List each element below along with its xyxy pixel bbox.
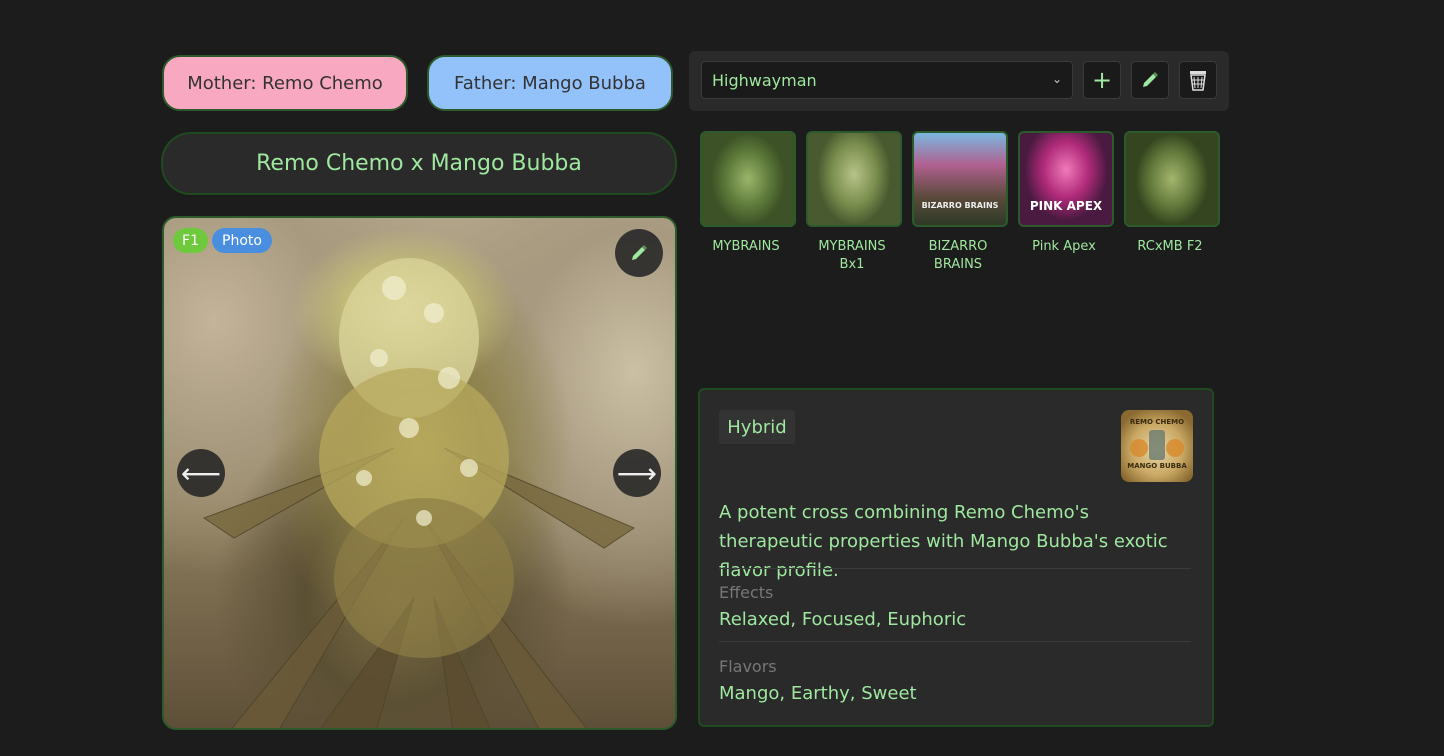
trash-icon [1190, 71, 1206, 91]
plant-illustration [202, 258, 636, 728]
thumbnail-pink-apex[interactable]: PINK APEX [1018, 131, 1114, 227]
thumbnail-label: MYBRAINS [712, 239, 780, 254]
edit-strain-button[interactable] [1131, 61, 1169, 99]
previous-photo-button[interactable]: ⟵ [177, 449, 225, 497]
strain-logo: REMO CHEMO MANGO BUBBA [1121, 410, 1193, 482]
divider [719, 568, 1191, 569]
cross-title: Remo Chemo x Mango Bubba [161, 132, 677, 195]
father-button[interactable]: Father: Mango Bubba [427, 55, 673, 111]
delete-strain-button[interactable] [1179, 61, 1217, 99]
strain-photo [162, 216, 677, 730]
strain-select[interactable]: Highwayman ⌄ [701, 61, 1073, 99]
mother-label: Mother: Remo Chemo [187, 72, 383, 94]
edit-photo-button[interactable] [615, 229, 663, 277]
generation-badge: F1 [173, 228, 208, 253]
effects-value: Relaxed, Focused, Euphoric [719, 609, 967, 630]
next-photo-button[interactable]: ⟶ [613, 449, 661, 497]
thumbnail-bizarro-brains[interactable]: BIZARRO BRAINS [912, 131, 1008, 227]
thumbnail-overlay-text: PINK APEX [1029, 199, 1103, 213]
strain-type-text: Hybrid [727, 416, 787, 438]
photo-badge-text: Photo [222, 232, 262, 249]
thumbnail-label: RCxMB F2 [1137, 239, 1203, 254]
strain-description: A potent cross combining Remo Chemo's th… [719, 502, 1168, 581]
logo-graphic [1130, 430, 1184, 460]
pencil-icon [632, 245, 647, 260]
thumbnail-label: MYBRAINS Bx1 [818, 239, 886, 272]
photo-badge: Photo [212, 228, 272, 253]
thumbnail-label: BIZARRO BRAINS [928, 239, 988, 272]
pencil-icon [1143, 72, 1158, 87]
add-strain-button[interactable]: + [1083, 61, 1121, 99]
flavors-label: Flavors [719, 657, 777, 676]
chevron-down-icon: ⌄ [1051, 72, 1062, 86]
thumbnail-label: Pink Apex [1032, 239, 1096, 254]
flavors-value: Mango, Earthy, Sweet [719, 683, 917, 704]
arrow-right-icon: ⟶ [616, 456, 658, 490]
arrow-left-icon: ⟵ [180, 456, 222, 490]
strain-type-badge: Hybrid [719, 410, 795, 444]
cross-title-text: Remo Chemo x Mango Bubba [256, 151, 582, 176]
thumbnail-mybrains-bx1[interactable] [806, 131, 902, 227]
logo-bottom-text: MANGO BUBBA [1127, 462, 1187, 470]
generation-badge-text: F1 [182, 232, 199, 249]
strain-select-value: Highwayman [712, 70, 817, 90]
thumbnail-mybrains[interactable] [700, 131, 796, 227]
father-label: Father: Mango Bubba [454, 72, 646, 94]
thumbnail-overlay-text: BIZARRO BRAINS [921, 201, 999, 210]
mother-button[interactable]: Mother: Remo Chemo [162, 55, 408, 111]
thumbnail-rcxmb-f2[interactable] [1124, 131, 1220, 227]
effects-label: Effects [719, 583, 774, 602]
divider [719, 641, 1191, 642]
plus-icon: + [1091, 66, 1113, 94]
